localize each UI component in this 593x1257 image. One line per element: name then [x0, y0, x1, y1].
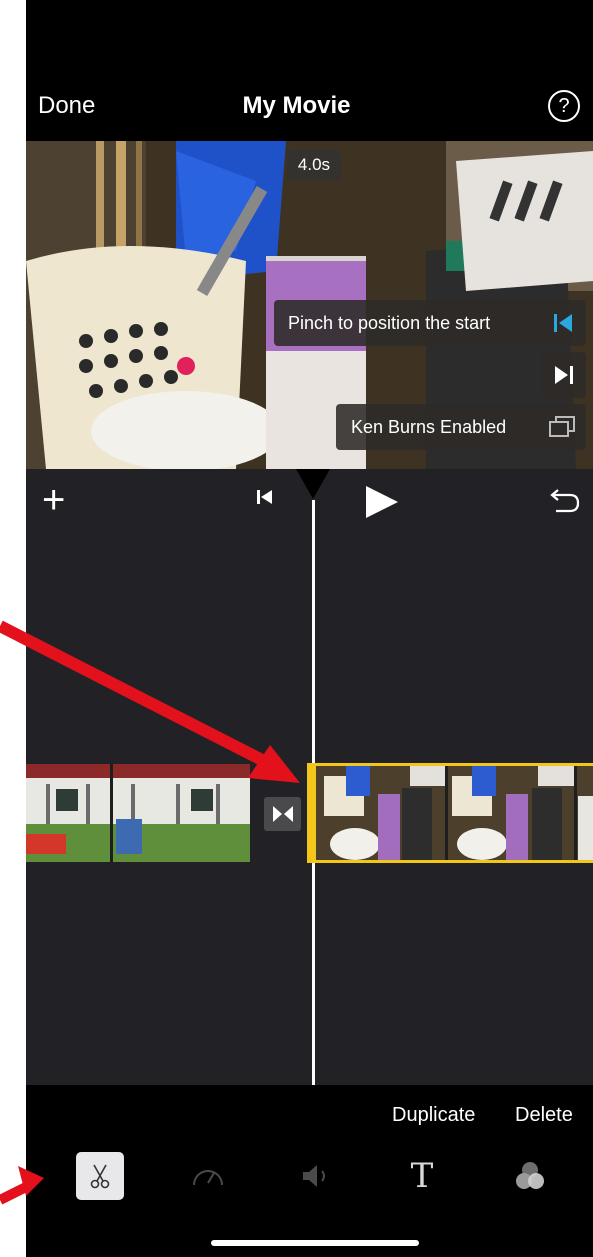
- transition-button[interactable]: [264, 797, 301, 831]
- help-icon: ?: [558, 94, 570, 117]
- tool-speed[interactable]: [184, 1152, 232, 1200]
- clip-thumbnail: [316, 766, 593, 860]
- tool-cut[interactable]: [76, 1152, 124, 1200]
- home-indicator: [211, 1240, 419, 1246]
- pinch-hint-text: Pinch to position the start: [288, 312, 491, 333]
- undo-icon[interactable]: [548, 482, 582, 516]
- skip-to-start-icon[interactable]: [250, 482, 280, 512]
- clip-thumbnail: [26, 764, 250, 862]
- add-media-button[interactable]: +: [42, 480, 65, 520]
- end-position-icon: [554, 366, 573, 384]
- duplicate-button[interactable]: Duplicate: [392, 1104, 475, 1127]
- tool-volume[interactable]: [292, 1152, 340, 1200]
- volume-icon: [303, 1165, 325, 1187]
- speed-icon: [193, 1170, 223, 1186]
- timeline-clip-house[interactable]: [26, 764, 250, 862]
- delete-button[interactable]: Delete: [515, 1104, 573, 1127]
- ken-burns-toggle[interactable]: Ken Burns Enabled: [336, 404, 586, 450]
- end-position-button[interactable]: [541, 352, 586, 398]
- text-icon: T: [410, 1156, 434, 1196]
- ken-burns-icon: [549, 416, 575, 437]
- clip-duration-badge: 4.0s: [287, 150, 341, 180]
- pinch-hint: Pinch to position the start: [274, 300, 586, 346]
- help-button[interactable]: ?: [548, 90, 580, 122]
- ken-burns-label: Ken Burns Enabled: [351, 416, 507, 437]
- page-title: My Movie: [242, 92, 351, 119]
- scissors-icon: [90, 1164, 110, 1189]
- timeline-clip-selected[interactable]: [307, 763, 593, 863]
- tool-filters[interactable]: [506, 1152, 554, 1200]
- filters-icon: [516, 1162, 544, 1189]
- playhead-marker: [296, 469, 330, 499]
- tool-text[interactable]: T: [398, 1152, 446, 1200]
- transition-icon: [272, 806, 293, 822]
- left-edge-strip: [0, 0, 26, 1257]
- start-position-icon[interactable]: [552, 312, 574, 334]
- play-icon[interactable]: [362, 482, 402, 522]
